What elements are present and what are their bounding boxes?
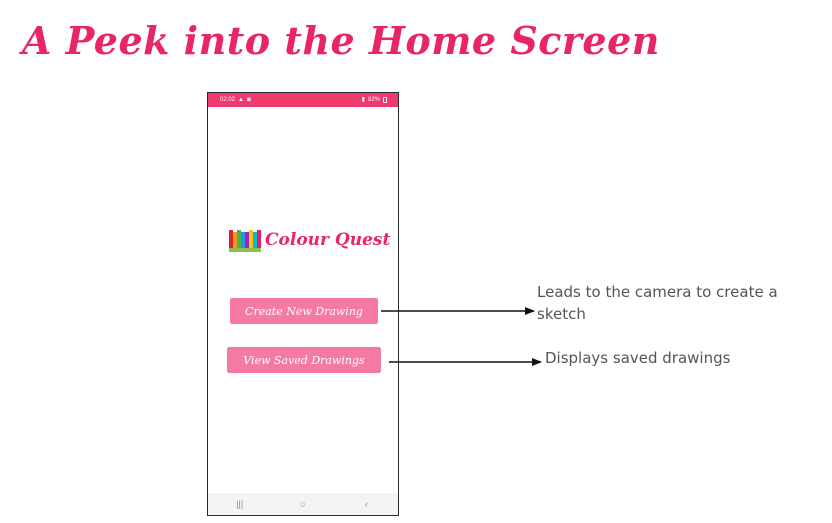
annotation-arrows [381,307,542,366]
view-annotation: Displays saved drawings [545,349,731,367]
create-annotation: Leads to the camera to create a sketch [537,283,778,323]
